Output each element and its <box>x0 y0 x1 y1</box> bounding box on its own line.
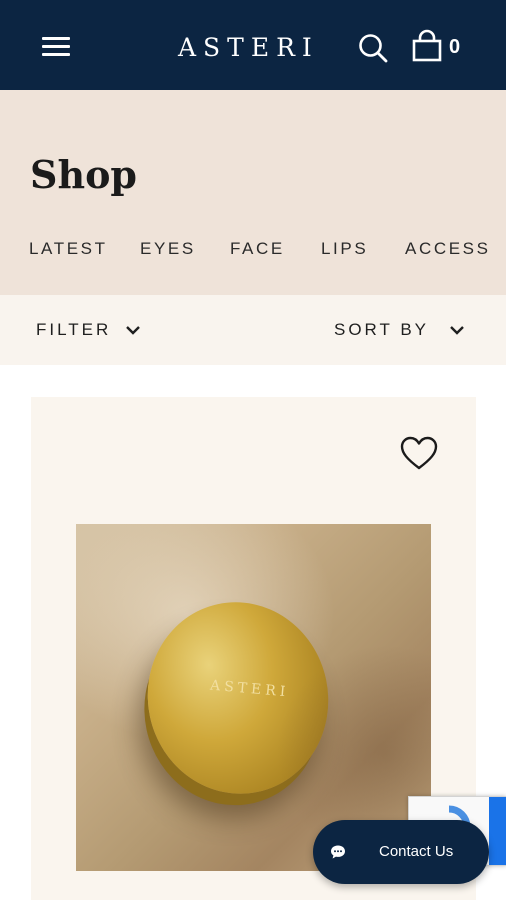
hamburger-menu-icon[interactable] <box>40 34 72 60</box>
compact-case <box>130 585 346 811</box>
filter-sort-bar: FILTER SORT BY <box>0 295 506 365</box>
contact-us-label: Contact Us <box>379 843 454 860</box>
shop-hero: Shop LATEST EYES FACE LIPS ACCESS <box>0 90 506 295</box>
chevron-down-icon <box>450 326 464 335</box>
sort-by-button[interactable]: SORT BY <box>334 317 465 343</box>
heart-outline-icon[interactable] <box>399 435 439 473</box>
chat-bubble-icon <box>331 845 345 859</box>
category-tab-lips[interactable]: LIPS <box>321 238 368 260</box>
category-tab-latest[interactable]: LATEST <box>29 238 108 260</box>
category-tab-face[interactable]: FACE <box>230 238 285 260</box>
chevron-down-icon <box>126 326 141 335</box>
filter-button[interactable]: FILTER <box>36 317 141 343</box>
recaptcha-tab <box>489 797 506 865</box>
site-header: ASTERI 0 <box>0 0 506 90</box>
shopping-bag-icon <box>412 29 442 62</box>
filter-label: FILTER <box>36 320 112 339</box>
cart-count: 0 <box>449 36 461 58</box>
sort-by-label: SORT BY <box>334 320 430 339</box>
category-tab-accessories[interactable]: ACCESS <box>405 238 491 260</box>
contact-us-button[interactable]: Contact Us <box>313 820 489 884</box>
category-tab-eyes[interactable]: EYES <box>140 238 196 260</box>
cart-button[interactable]: 0 <box>410 29 468 65</box>
brand-logo[interactable]: ASTERI <box>178 31 330 65</box>
search-icon[interactable] <box>356 31 390 65</box>
product-image[interactable]: ASTERI <box>76 524 431 871</box>
page-title: Shop <box>30 152 137 197</box>
